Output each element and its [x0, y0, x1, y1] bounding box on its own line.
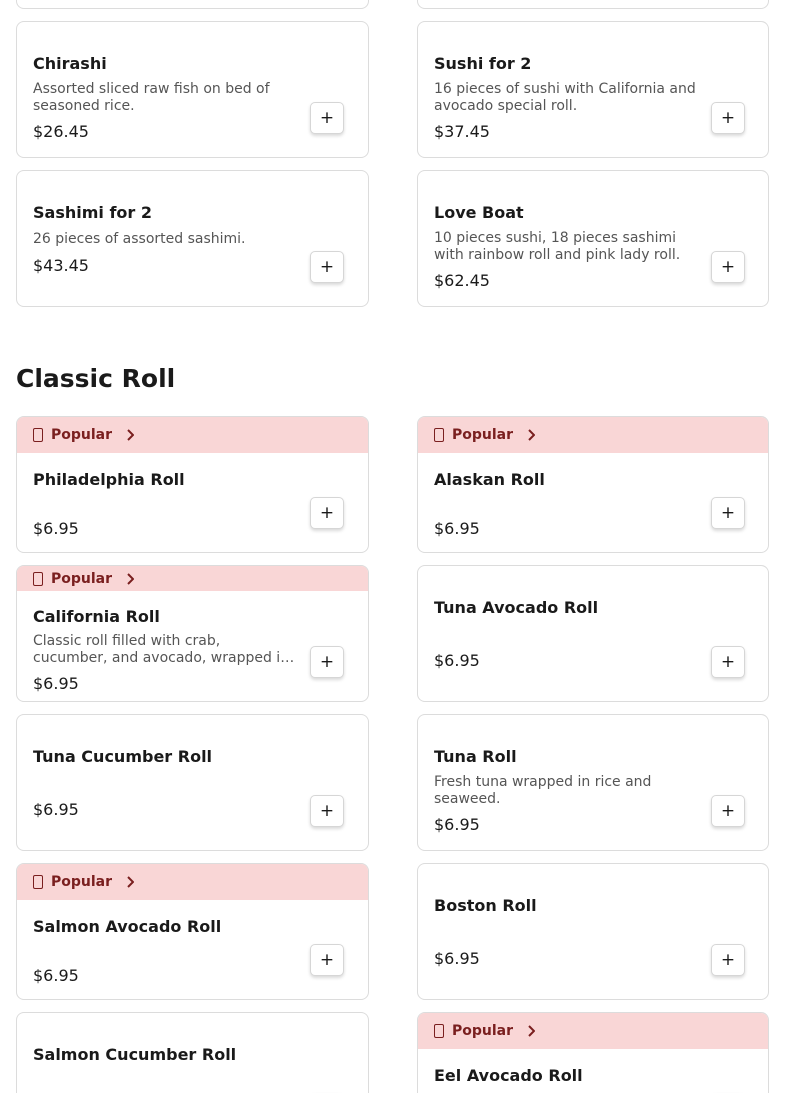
fire-icon: [434, 428, 444, 442]
popular-banner[interactable]: Popular: [17, 566, 368, 591]
plus-icon: +: [720, 651, 736, 672]
plus-icon: +: [720, 107, 736, 128]
popular-banner[interactable]: Popular: [418, 1013, 768, 1049]
plus-icon: +: [319, 256, 335, 277]
add-item-button[interactable]: +: [310, 497, 344, 529]
fire-icon: [434, 1024, 444, 1038]
chevron-right-icon: [126, 572, 135, 585]
chevron-right-icon: [527, 1025, 536, 1037]
item-description: 26 pieces of assorted sashimi.: [33, 231, 246, 247]
item-name: California Roll: [33, 607, 160, 626]
menu-item-philadelphia-roll[interactable]: Popular Philadelphia Roll $6.95 +: [16, 416, 369, 553]
menu-item-sashimi-for-2[interactable]: Sashimi for 2 26 pieces of assorted sash…: [16, 170, 369, 307]
item-name: Salmon Avocado Roll: [33, 917, 222, 936]
popular-label: Popular: [452, 427, 514, 443]
popular-label: Popular: [452, 1023, 514, 1039]
item-description: Fresh tuna wrapped in rice and seaweed.: [434, 774, 652, 807]
item-price: $6.95: [434, 949, 480, 968]
item-price: $62.45: [434, 271, 490, 290]
menu-item-card[interactable]: [16, 0, 369, 9]
item-price: $43.45: [33, 256, 89, 275]
fire-icon: [33, 875, 43, 889]
popular-banner[interactable]: Popular: [17, 417, 368, 453]
menu-item-eel-avocado-roll[interactable]: Popular Eel Avocado Roll +: [417, 1012, 769, 1093]
menu-item-tuna-roll[interactable]: Tuna Roll Fresh tuna wrapped in rice and…: [417, 714, 769, 851]
add-item-button[interactable]: +: [711, 944, 745, 976]
add-item-button[interactable]: +: [310, 944, 344, 976]
fire-icon: [33, 428, 43, 442]
item-name: Alaskan Roll: [434, 470, 545, 489]
menu-item-boston-roll[interactable]: Boston Roll $6.95 +: [417, 863, 769, 1000]
plus-icon: +: [319, 800, 335, 821]
menu-item-salmon-avocado-roll[interactable]: Popular Salmon Avocado Roll $6.95 +: [16, 863, 369, 1000]
plus-icon: +: [319, 949, 335, 970]
plus-icon: +: [319, 651, 335, 672]
add-item-button[interactable]: +: [711, 795, 745, 827]
item-price: $6.95: [434, 651, 480, 670]
menu-item-sushi-for-2[interactable]: Sushi for 2 16 pieces of sushi with Cali…: [417, 21, 769, 158]
item-description: Assorted sliced raw fish on bed of seaso…: [33, 81, 270, 114]
menu-item-alaskan-roll[interactable]: Popular Alaskan Roll $6.95 +: [417, 416, 769, 553]
add-item-button[interactable]: +: [310, 251, 344, 283]
item-name: Tuna Roll: [434, 747, 517, 766]
chevron-right-icon: [527, 429, 536, 441]
item-description: 16 pieces of sushi with California and a…: [434, 81, 696, 114]
menu-item-tuna-avocado-roll[interactable]: Tuna Avocado Roll $6.95 +: [417, 565, 769, 702]
item-description: 10 pieces sushi, 18 pieces sashimi with …: [434, 230, 681, 263]
item-description: Classic roll filled with crab, cucumber,…: [33, 633, 290, 666]
add-item-button[interactable]: +: [310, 795, 344, 827]
menu-item-love-boat[interactable]: Love Boat 10 pieces sushi, 18 pieces sas…: [417, 170, 769, 307]
add-item-button[interactable]: +: [310, 102, 344, 134]
item-name: Boston Roll: [434, 896, 537, 915]
item-price: $6.95: [434, 815, 480, 834]
item-price: $6.95: [434, 519, 480, 538]
popular-label: Popular: [51, 570, 113, 587]
add-item-button[interactable]: +: [711, 102, 745, 134]
menu-item-tuna-cucumber-roll[interactable]: Tuna Cucumber Roll $6.95 +: [16, 714, 369, 851]
add-item-button[interactable]: +: [711, 497, 745, 529]
item-name: Chirashi: [33, 54, 107, 73]
plus-icon: +: [319, 107, 335, 128]
item-name: Eel Avocado Roll: [434, 1066, 583, 1085]
item-price: $6.95: [33, 966, 79, 985]
popular-label: Popular: [51, 874, 113, 890]
item-price: $37.45: [434, 122, 490, 141]
menu-item-salmon-cucumber-roll[interactable]: Salmon Cucumber Roll +: [16, 1012, 369, 1093]
plus-icon: +: [319, 502, 335, 523]
item-name: Sashimi for 2: [33, 203, 152, 222]
item-name: Tuna Avocado Roll: [434, 598, 599, 617]
add-item-button[interactable]: +: [310, 646, 344, 678]
plus-icon: +: [720, 256, 736, 277]
fire-icon: [33, 571, 43, 586]
item-name: Love Boat: [434, 203, 524, 222]
section-title: Classic Roll: [16, 364, 176, 393]
add-item-button[interactable]: +: [711, 646, 745, 678]
menu-item-card[interactable]: [417, 0, 769, 9]
plus-icon: +: [720, 502, 736, 523]
menu-item-california-roll[interactable]: Popular California Roll Classic roll fil…: [16, 565, 369, 702]
item-price: $6.95: [33, 674, 79, 693]
plus-icon: +: [720, 949, 736, 970]
item-price: $6.95: [33, 800, 79, 819]
chevron-right-icon: [126, 429, 135, 441]
item-name: Salmon Cucumber Roll: [33, 1045, 237, 1064]
item-name: Philadelphia Roll: [33, 470, 185, 489]
item-price: $26.45: [33, 122, 89, 141]
popular-label: Popular: [51, 427, 113, 443]
chevron-right-icon: [126, 876, 135, 888]
plus-icon: +: [720, 800, 736, 821]
item-price: $6.95: [33, 519, 79, 538]
add-item-button[interactable]: +: [711, 251, 745, 283]
item-name: Tuna Cucumber Roll: [33, 747, 213, 766]
item-name: Sushi for 2: [434, 54, 532, 73]
menu-item-chirashi[interactable]: Chirashi Assorted sliced raw fish on bed…: [16, 21, 369, 158]
popular-banner[interactable]: Popular: [17, 864, 368, 900]
popular-banner[interactable]: Popular: [418, 417, 768, 453]
